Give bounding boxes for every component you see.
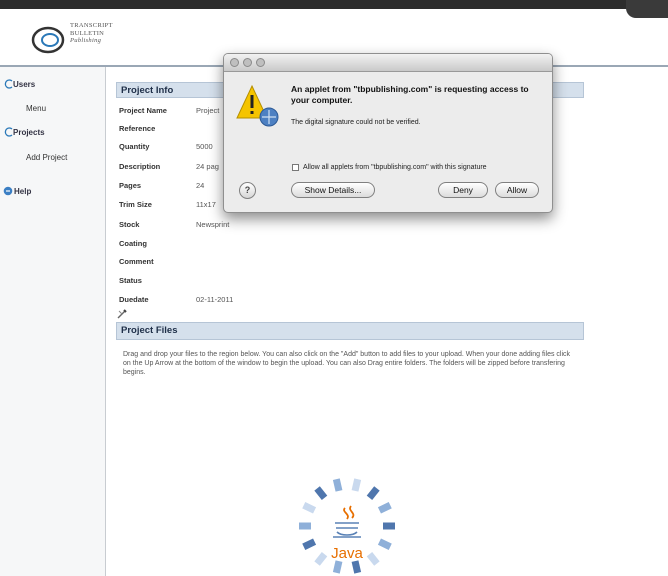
field-value-duedate: 02-11-2011	[196, 295, 234, 304]
field-value-trim-size: 11x17	[196, 200, 216, 209]
field-label-duedate: Duedate	[119, 295, 149, 304]
dialog-subtitle: The digital signature could not be verif…	[291, 119, 421, 126]
zoom-window-button[interactable]	[256, 58, 265, 67]
field-label-trim-size: Trim Size	[119, 200, 152, 209]
logo-line-1: TRANSCRIPT	[70, 22, 113, 29]
logo-swirl-icon	[31, 26, 65, 54]
field-value-description: 24 pag	[196, 162, 219, 171]
spinner-dash	[302, 538, 317, 550]
spinner-dash	[332, 560, 343, 574]
close-window-button[interactable]	[230, 58, 239, 67]
sidebar	[0, 67, 106, 576]
project-files-instructions: Drag and drop your files to the region b…	[123, 351, 571, 376]
java-loading-icon: Java	[299, 478, 395, 574]
help-button[interactable]: ?	[239, 182, 256, 199]
logo-line-3: Publishing	[70, 37, 102, 44]
java-cup-icon	[333, 505, 361, 538]
java-logo-text: Java	[331, 545, 363, 562]
spinner-dash	[314, 486, 328, 501]
field-label-stock: Stock	[119, 220, 140, 229]
spinner-dash	[302, 502, 317, 514]
field-label-quantity: Quantity	[119, 142, 150, 151]
spinner-dash	[377, 538, 392, 550]
dialog-titlebar	[224, 54, 552, 72]
sidebar-item-projects[interactable]: Projects	[13, 128, 45, 137]
allow-all-applets-checkbox[interactable]: Allow all applets from "tbpublishing.com…	[292, 164, 487, 171]
field-label-pages: Pages	[119, 181, 142, 190]
top-bar	[0, 0, 668, 9]
field-value-pages: 24	[196, 181, 205, 190]
field-label-description: Description	[119, 162, 161, 171]
spinner-dash	[377, 502, 392, 514]
field-label-comment: Comment	[119, 257, 154, 266]
applet-permission-dialog: An applet from "tbpublishing.com" is req…	[223, 53, 553, 213]
field-value-stock: Newsprint	[196, 220, 230, 229]
logo: TRANSCRIPT BULLETIN Publishing	[30, 22, 160, 56]
logo-line-2: BULLETIN	[70, 29, 105, 37]
top-bar-corner: ﾠ	[626, 0, 668, 18]
field-label-status: Status	[119, 276, 142, 285]
help-circle-icon	[3, 186, 13, 196]
sidebar-item-help[interactable]: Help	[14, 187, 31, 196]
spinner-dash	[332, 478, 343, 492]
field-label-coating: Coating	[119, 239, 147, 248]
checkbox-box[interactable]	[292, 164, 299, 171]
field-value-project-name: Project	[196, 106, 220, 115]
minimize-window-button[interactable]	[243, 58, 252, 67]
warning-icon	[236, 84, 279, 127]
spinner-dash	[351, 560, 362, 574]
spinner-dash	[314, 551, 328, 566]
field-label-project-name: Project Name	[119, 106, 167, 115]
spinner-dash	[366, 486, 380, 501]
show-details-button[interactable]: Show Details...	[291, 182, 375, 198]
allow-all-applets-label: Allow all applets from "tbpublishing.com…	[303, 164, 487, 171]
sidebar-item-add-project[interactable]: Add Project	[26, 153, 67, 162]
spinner-dash	[351, 478, 362, 492]
deny-button[interactable]: Deny	[438, 182, 488, 198]
field-value-quantity: 5000	[196, 142, 213, 151]
spinner-dash	[366, 551, 380, 566]
allow-button[interactable]: Allow	[495, 182, 539, 198]
sidebar-item-menu[interactable]: Menu	[26, 104, 46, 113]
project-files-header: Project Files	[116, 322, 584, 340]
edit-tools-icon[interactable]	[116, 308, 128, 320]
sidebar-item-users[interactable]: Users	[13, 80, 35, 89]
dialog-title: An applet from "tbpublishing.com" is req…	[291, 84, 529, 105]
field-label-reference: Reference	[119, 124, 156, 133]
